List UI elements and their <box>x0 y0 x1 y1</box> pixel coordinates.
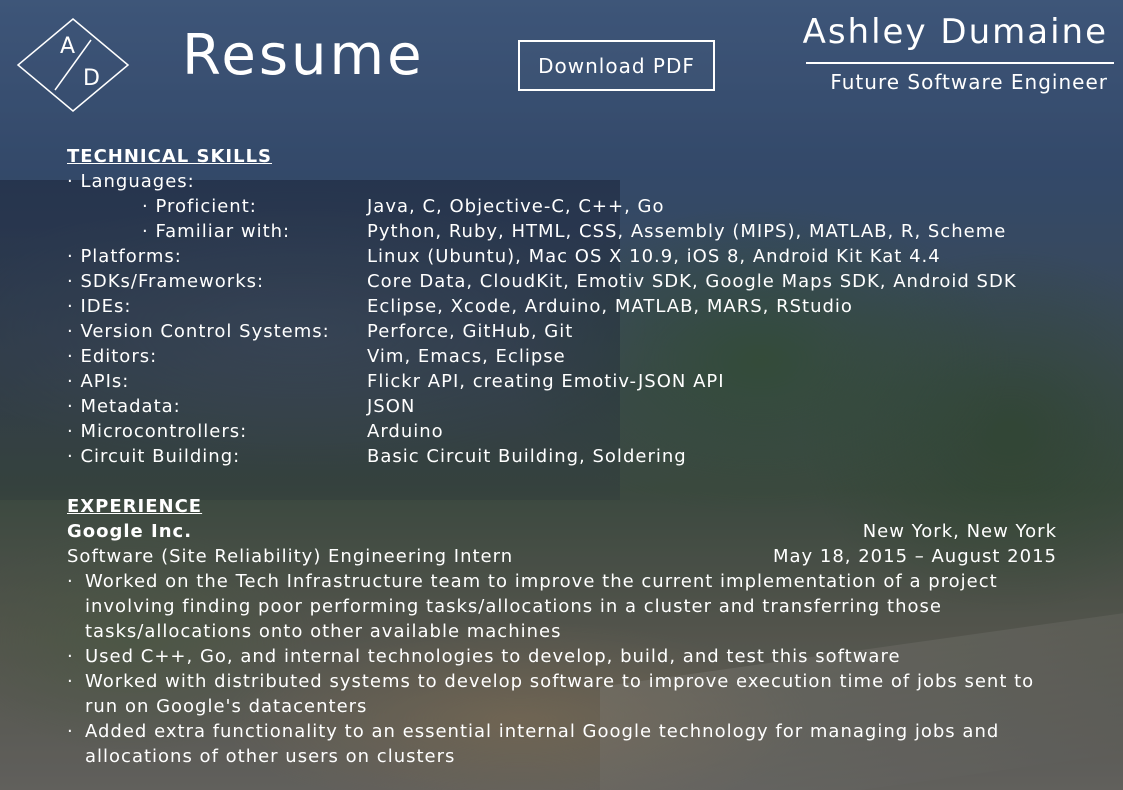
skill-row-microcontrollers: · Microcontrollers: Arduino <box>67 419 1057 444</box>
skill-label: · SDKs/Frameworks: <box>67 271 265 292</box>
bullet-text: Worked on the Tech Infrastructure team t… <box>85 571 998 642</box>
logo-letter-a: A <box>60 34 76 59</box>
skill-value: Java, C, Objective-C, C++, Go <box>367 196 665 217</box>
bullet-text: Used C++, Go, and internal technologies … <box>85 646 901 667</box>
skill-value: Perforce, GitHub, Git <box>367 321 574 342</box>
skill-row-circuit-building: · Circuit Building: Basic Circuit Buildi… <box>67 444 1057 469</box>
skill-row-languages: · Languages: <box>67 169 1057 194</box>
experience-bullet: · Used C++, Go, and internal technologie… <box>67 644 1057 669</box>
skill-label: · Editors: <box>67 346 158 367</box>
experience-bullet: · Added extra functionality to an essent… <box>67 719 1057 769</box>
bullet-marker: · <box>67 721 74 742</box>
bullet-marker: · <box>67 671 74 692</box>
logo-letter-d: D <box>83 66 100 91</box>
skill-value: Flickr API, creating Emotiv-JSON API <box>367 371 725 392</box>
skill-row-version-control: · Version Control Systems: Perforce, Git… <box>67 319 1057 344</box>
section-heading-technical-skills: TECHNICAL SKILLS <box>67 146 272 167</box>
skill-label: · Familiar with: <box>142 221 291 242</box>
skill-value: Eclipse, Xcode, Arduino, MATLAB, MARS, R… <box>367 296 853 317</box>
company-location: New York, New York <box>862 521 1057 542</box>
bullet-text: Worked with distributed systems to devel… <box>85 671 1035 717</box>
skill-row-sdks: · SDKs/Frameworks: Core Data, CloudKit, … <box>67 269 1057 294</box>
skill-label: · Circuit Building: <box>67 446 241 467</box>
skill-row-apis: · APIs: Flickr API, creating Emotiv-JSON… <box>67 369 1057 394</box>
skill-value: Core Data, CloudKit, Emotiv SDK, Google … <box>367 271 1017 292</box>
experience-role-line: Software (Site Reliability) Engineering … <box>67 544 1057 569</box>
skill-label: · APIs: <box>67 371 130 392</box>
skill-label: · Platforms: <box>67 246 182 267</box>
skill-label: · IDEs: <box>67 296 132 317</box>
skill-row-ides: · IDEs: Eclipse, Xcode, Arduino, MATLAB,… <box>67 294 1057 319</box>
bullet-marker: · <box>67 571 74 592</box>
skill-label: · Metadata: <box>67 396 181 417</box>
skill-value: Vim, Emacs, Eclipse <box>367 346 566 367</box>
job-title: Software (Site Reliability) Engineering … <box>67 546 514 567</box>
page-title: Resume <box>182 23 425 88</box>
monogram-logo: A D <box>15 16 131 114</box>
skill-label: · Version Control Systems: <box>67 321 330 342</box>
experience-bullet: · Worked with distributed systems to dev… <box>67 669 1057 719</box>
skill-value: Linux (Ubuntu), Mac OS X 10.9, iOS 8, An… <box>367 246 941 267</box>
skill-row-editors: · Editors: Vim, Emacs, Eclipse <box>67 344 1057 369</box>
diamond-logo-icon <box>16 18 130 112</box>
skill-label: · Proficient: <box>142 196 257 217</box>
company-name: Google Inc. <box>67 521 193 542</box>
resume-content: TECHNICAL SKILLS · Languages: · Proficie… <box>67 144 1057 769</box>
section-heading-experience: EXPERIENCE <box>67 496 203 517</box>
skill-row-proficient: · Proficient: Java, C, Objective-C, C++,… <box>67 194 1057 219</box>
skill-value: JSON <box>367 396 416 417</box>
download-pdf-button[interactable]: Download PDF <box>518 40 715 91</box>
bullet-text: Added extra functionality to an essentia… <box>85 721 1000 767</box>
job-dates: May 18, 2015 – August 2015 <box>772 546 1057 567</box>
skill-label: · Languages: <box>67 171 195 192</box>
experience-bullet: · Worked on the Tech Infrastructure team… <box>67 569 1057 644</box>
skill-label: · Microcontrollers: <box>67 421 248 442</box>
person-name: Ashley Dumaine <box>802 12 1108 52</box>
skill-row-familiar: · Familiar with: Python, Ruby, HTML, CSS… <box>67 219 1057 244</box>
bullet-marker: · <box>67 646 74 667</box>
skill-value: Basic Circuit Building, Soldering <box>367 446 687 467</box>
name-divider <box>806 62 1114 64</box>
experience-company-line: Google Inc. New York, New York <box>67 519 1057 544</box>
skill-row-platforms: · Platforms: Linux (Ubuntu), Mac OS X 10… <box>67 244 1057 269</box>
person-subtitle: Future Software Engineer <box>830 70 1108 94</box>
skill-value: Arduino <box>367 421 444 442</box>
skill-row-metadata: · Metadata: JSON <box>67 394 1057 419</box>
skill-value: Python, Ruby, HTML, CSS, Assembly (MIPS)… <box>367 221 1007 242</box>
